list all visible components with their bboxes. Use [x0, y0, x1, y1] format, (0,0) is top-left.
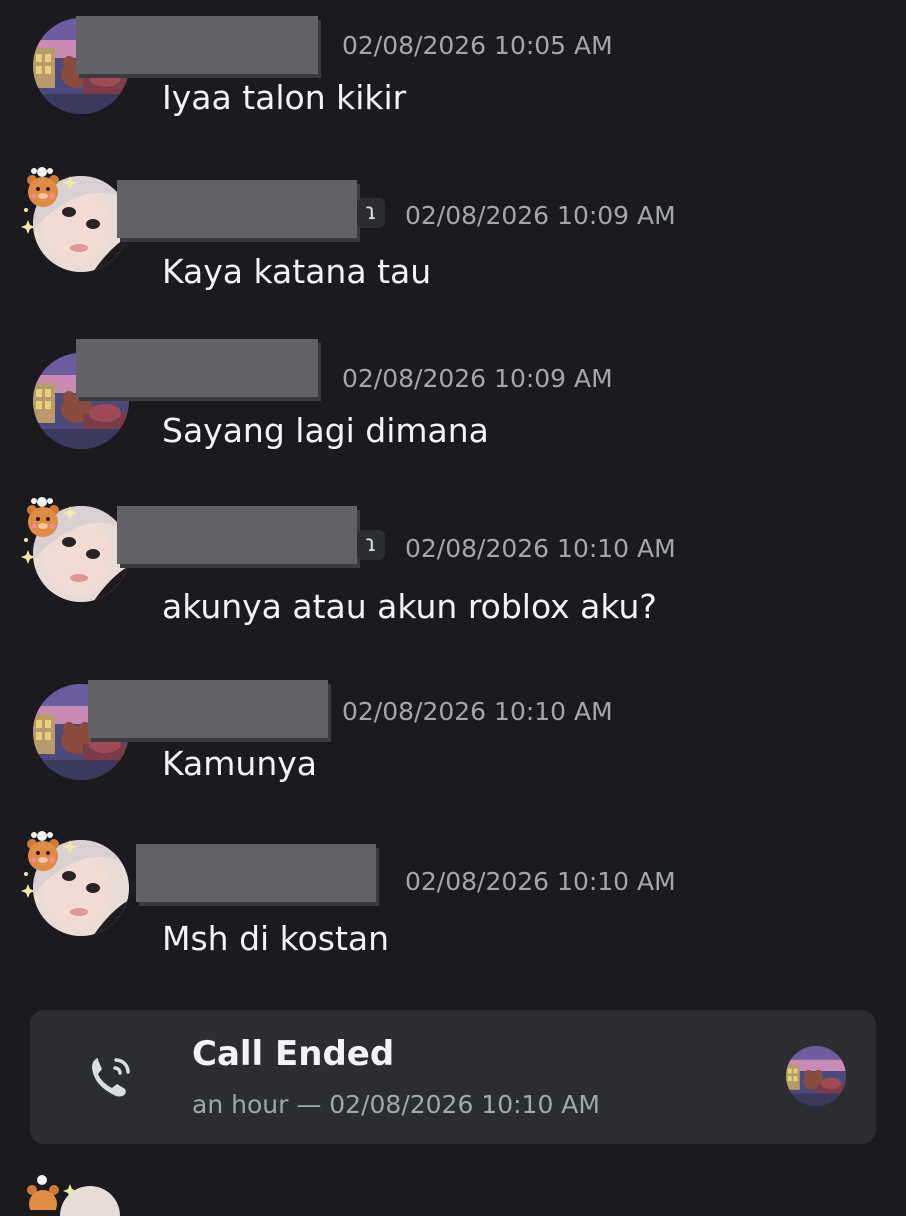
message-timestamp: 02/08/2026 10:10 AM — [405, 867, 676, 896]
message-timestamp: 02/08/2026 10:09 AM — [342, 364, 613, 393]
message-timestamp: 02/08/2026 10:10 AM — [405, 534, 676, 563]
call-ended-subtitle: an hour — 02/08/2026 10:10 AM — [192, 1090, 600, 1119]
message-timestamp: 02/08/2026 10:09 AM — [405, 201, 676, 230]
author-name-redacted[interactable] — [117, 180, 357, 238]
message-text: Iyaa talon kikir — [162, 78, 407, 117]
message-text: Sayang lagi dimana — [162, 411, 489, 450]
message-text: Kamunya — [162, 744, 318, 783]
message-item[interactable]: ɿ 02/08/2026 10:09 AM Kaya katana tau — [0, 160, 906, 310]
call-ended-card[interactable]: Call Ended an hour — 02/08/2026 10:10 AM — [30, 1010, 876, 1144]
message-text: Msh di kostan — [162, 919, 390, 958]
message-timestamp: 02/08/2026 10:05 AM — [342, 31, 613, 60]
bear-decoration-icon — [20, 826, 80, 906]
bear-decoration-icon — [20, 492, 80, 572]
message-item[interactable]: 02/08/2026 10:05 AM Iyaa talon kikir — [0, 0, 906, 150]
message-item[interactable]: ɿ 02/08/2026 10:10 AM akunya atau akun r… — [0, 492, 906, 642]
message-item[interactable]: 02/08/2026 10:10 AM Msh di kostan — [0, 826, 906, 976]
author-name-redacted[interactable] — [136, 844, 376, 902]
message-text: Kaya katana tau — [162, 252, 432, 291]
author-name-redacted[interactable] — [117, 506, 357, 564]
call-participant-avatar[interactable] — [786, 1046, 846, 1106]
bear-decoration-icon — [20, 162, 80, 242]
author-name-redacted[interactable] — [76, 339, 318, 397]
role-badge-icon[interactable]: ɿ — [357, 198, 385, 228]
author-name-redacted[interactable] — [76, 16, 318, 74]
author-name-redacted[interactable] — [88, 680, 328, 738]
role-badge-icon[interactable]: ɿ — [357, 530, 385, 560]
message-timestamp: 02/08/2026 10:10 AM — [342, 697, 613, 726]
message-text: akunya atau akun roblox aku? — [162, 587, 657, 626]
room-avatar-image — [786, 1046, 846, 1106]
call-ended-title: Call Ended — [192, 1034, 395, 1074]
message-item[interactable]: 02/08/2026 10:10 AM Kamunya — [0, 672, 906, 822]
message-item[interactable]: 02/08/2026 10:09 AM Sayang lagi dimana — [0, 335, 906, 485]
phone-call-icon — [92, 1058, 130, 1097]
